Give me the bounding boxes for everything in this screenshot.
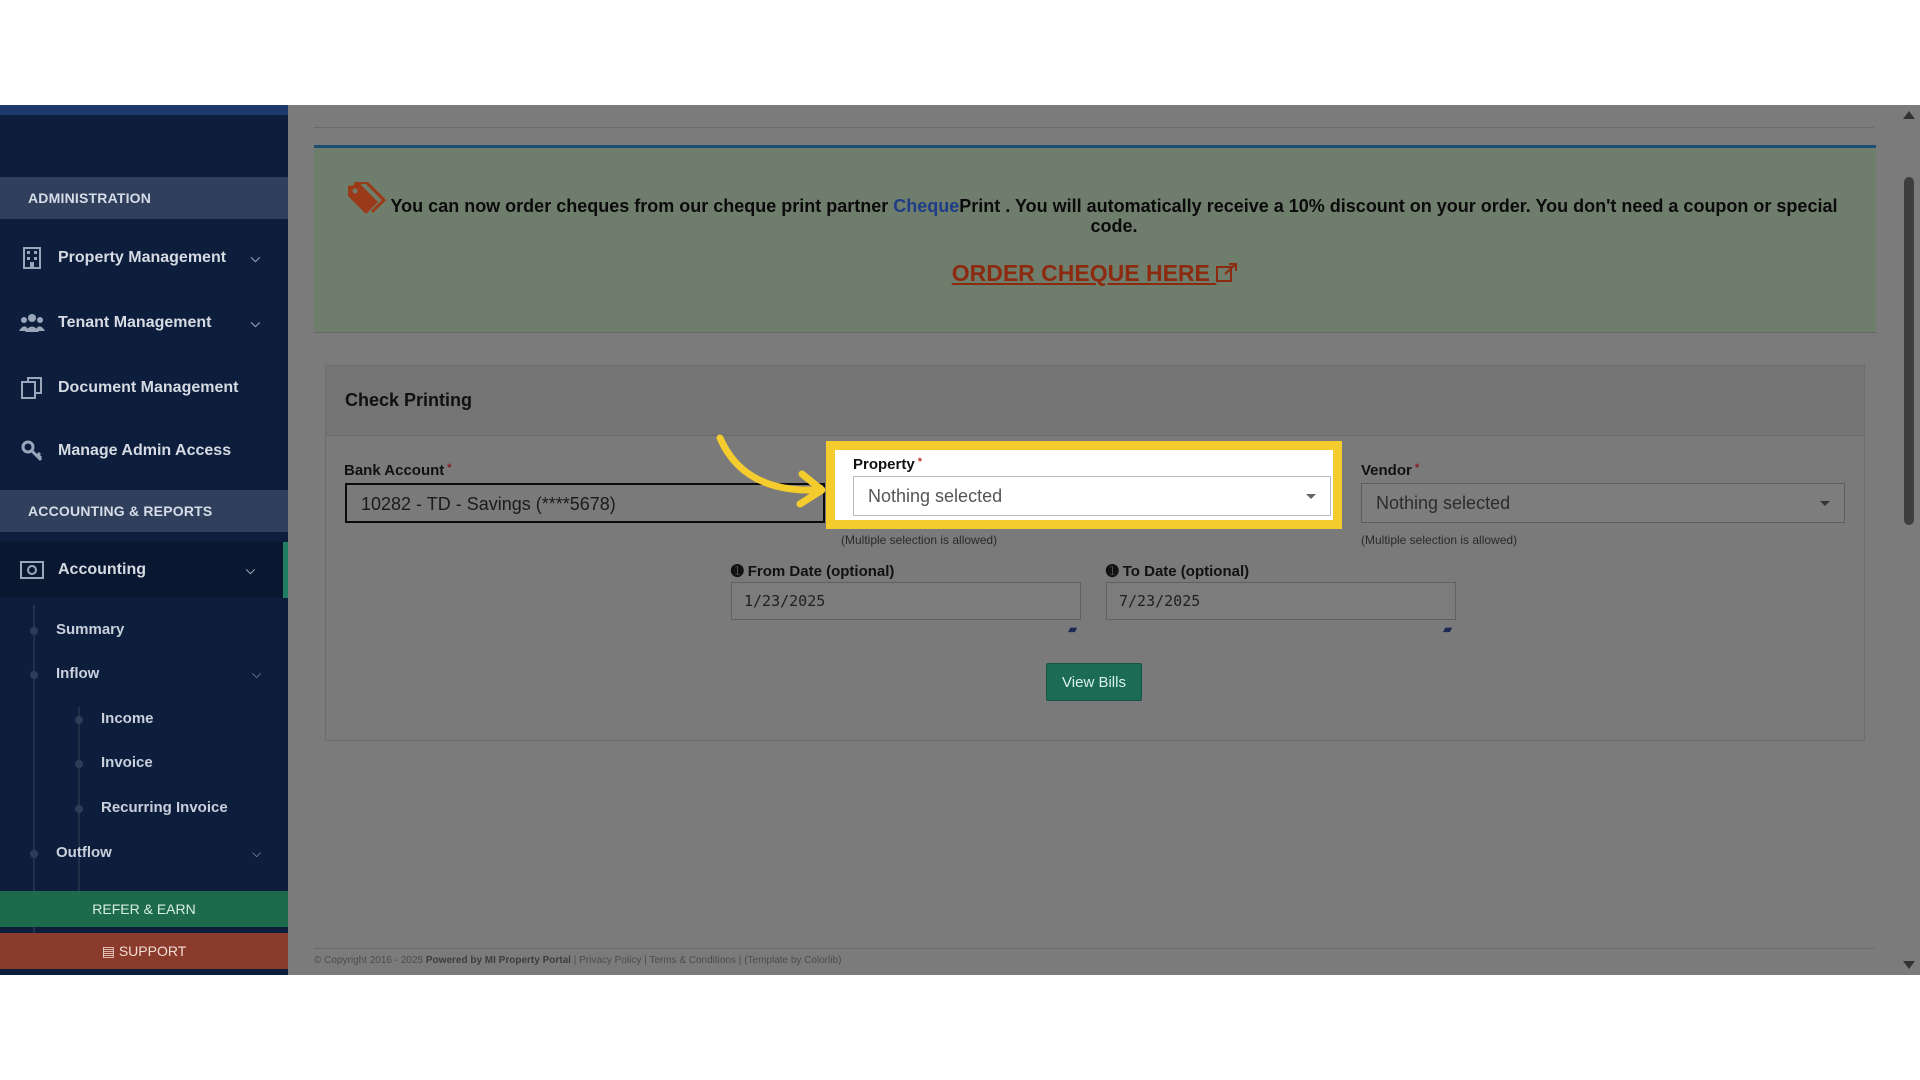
sidebar-subitem-invoice[interactable]: Invoice <box>101 754 153 771</box>
from-date-label: ➊ From Date (optional) <box>731 562 894 580</box>
scroll-up-icon[interactable] <box>1903 111 1915 119</box>
vendor-select-value: Nothing selected <box>1376 493 1511 513</box>
tree-dot <box>75 716 83 724</box>
card-header: Check Printing <box>326 366 1864 436</box>
footer-template: (Template by Colorlib) <box>744 955 842 966</box>
sidebar-item-label: Manage Admin Access <box>58 442 232 459</box>
sidebar-item-label: Tenant Management <box>58 314 212 331</box>
order-cheque-link[interactable]: ORDER CHEQUE HERE <box>314 260 1876 287</box>
money-icon <box>18 558 46 582</box>
annotation-arrow-icon <box>716 434 826 508</box>
chevron-down-icon[interactable]: ⌵ <box>252 667 261 682</box>
chevron-down-icon: ⌵ <box>250 250 260 265</box>
sidebar-topbar <box>0 105 288 115</box>
book-icon: ▤ <box>101 943 119 959</box>
view-bills-button[interactable]: View Bills <box>1046 663 1142 701</box>
bank-account-label-text: Bank Account <box>344 462 445 479</box>
tag-icon <box>346 180 387 221</box>
chevron-down-icon: ⌵ <box>250 315 260 330</box>
sidebar-item-manage-admin-access[interactable]: Manage Admin Access <box>0 423 288 479</box>
property-field-highlighted: Property * Nothing selected <box>835 450 1333 520</box>
tree-dot <box>30 671 38 679</box>
info-icon: ➊ <box>1106 563 1123 580</box>
tree-line <box>33 605 35 935</box>
sidebar-subitem-recurring-invoice[interactable]: Recurring Invoice <box>101 799 228 816</box>
support-button[interactable]: ▤ SUPPORT <box>0 933 288 969</box>
eraser-icon[interactable]: ▰ <box>1068 622 1077 636</box>
card-title: Check Printing <box>345 390 473 410</box>
footer: © Copyright 2016 - 2025 Powered by MI Pr… <box>314 955 842 966</box>
brand-cheque: Cheque <box>893 196 960 216</box>
property-label: Property * <box>853 456 922 473</box>
chevron-down-icon: ⌵ <box>245 562 255 577</box>
required-marker: * <box>447 462 452 474</box>
app-frame: ADMINISTRATION Property Management ⌵ Ten… <box>0 105 1920 975</box>
vendor-select[interactable]: Nothing selected <box>1361 483 1845 523</box>
eraser-icon[interactable]: ▰ <box>1443 622 1452 636</box>
caret-down-icon <box>1820 501 1830 506</box>
scrollbar[interactable] <box>1898 105 1920 975</box>
vendor-hint: (Multiple selection is allowed) <box>1361 533 1518 547</box>
property-label-text: Property <box>853 456 915 473</box>
sidebar-item-label: Document Management <box>58 379 239 396</box>
order-cheque-label: ORDER CHEQUE HERE <box>951 260 1210 286</box>
footer-divider <box>314 948 1874 949</box>
section-header-accounting-reports: ACCOUNTING & REPORTS <box>0 490 288 532</box>
property-select-value: Nothing selected <box>868 486 1003 506</box>
banner-message: You can now order cheques from our chequ… <box>384 196 1844 236</box>
required-marker: * <box>1414 462 1420 474</box>
required-marker: * <box>917 456 922 468</box>
sidebar-item-label: Accounting <box>58 561 146 578</box>
footer-terms-link[interactable]: Terms & Conditions <box>649 955 736 966</box>
vendor-label-text: Vendor <box>1361 462 1412 479</box>
scroll-down-icon[interactable] <box>1903 961 1915 969</box>
documents-icon <box>18 376 46 400</box>
key-icon <box>18 439 46 463</box>
support-label: SUPPORT <box>118 943 187 959</box>
divider <box>314 127 1874 128</box>
sidebar-item-accounting[interactable]: Accounting ⌵ <box>0 542 288 598</box>
scrollbar-thumb[interactable] <box>1904 177 1914 525</box>
bank-account-label: Bank Account * <box>344 462 452 479</box>
footer-privacy-link[interactable]: Privacy Policy <box>579 955 641 966</box>
sidebar-item-property-management[interactable]: Property Management ⌵ <box>0 230 288 286</box>
to-date-label-text: To Date (optional) <box>1122 563 1250 580</box>
tree-dot <box>75 760 83 768</box>
cheque-promo-banner: You can now order cheques from our chequ… <box>314 145 1876 333</box>
banner-text: You can now order cheques from our chequ… <box>390 196 889 216</box>
sidebar-subitem-outflow[interactable]: Outflow <box>56 844 112 861</box>
check-printing-card: Check Printing Bank Account * 10282 - TD … <box>325 365 1865 741</box>
property-select[interactable]: Nothing selected <box>853 476 1331 516</box>
sidebar-item-document-management[interactable]: Document Management <box>0 360 288 416</box>
brand-print: Print <box>959 196 1001 216</box>
tree-dot <box>75 805 83 813</box>
users-icon <box>18 311 46 335</box>
building-icon <box>18 246 46 270</box>
main-content: You can now order cheques from our chequ… <box>288 105 1898 975</box>
section-header-administration: ADMINISTRATION <box>0 177 288 219</box>
tree-dot <box>30 850 38 858</box>
caret-down-icon <box>1306 494 1316 499</box>
external-link-icon <box>1216 260 1238 286</box>
from-date-label-text: From Date (optional) <box>747 563 895 580</box>
chevron-down-icon[interactable]: ⌵ <box>252 846 261 861</box>
footer-powered[interactable]: Powered by MI Property Portal <box>426 955 571 966</box>
from-date-input[interactable]: 1/23/2025 <box>731 582 1081 620</box>
sidebar-subitem-inflow[interactable]: Inflow <box>56 665 99 682</box>
sidebar-item-tenant-management[interactable]: Tenant Management ⌵ <box>0 295 288 351</box>
vendor-label: Vendor * <box>1361 462 1419 479</box>
refer-earn-button[interactable]: REFER & EARN <box>0 891 288 927</box>
property-hint: (Multiple selection is allowed) <box>841 533 998 547</box>
tree-dot <box>30 627 38 635</box>
to-date-label: ➊ To Date (optional) <box>1106 562 1249 580</box>
to-date-input[interactable]: 7/23/2025 <box>1106 582 1456 620</box>
info-icon: ➊ <box>731 563 748 580</box>
footer-copyright: © Copyright 2016 - 2025 <box>314 955 424 966</box>
sidebar-item-label: Property Management <box>58 249 227 266</box>
sidebar: ADMINISTRATION Property Management ⌵ Ten… <box>0 105 288 975</box>
sidebar-subitem-income[interactable]: Income <box>101 710 154 727</box>
sidebar-subitem-summary[interactable]: Summary <box>56 621 124 638</box>
banner-text-after: . You will automatically receive a 10% d… <box>1005 196 1838 236</box>
